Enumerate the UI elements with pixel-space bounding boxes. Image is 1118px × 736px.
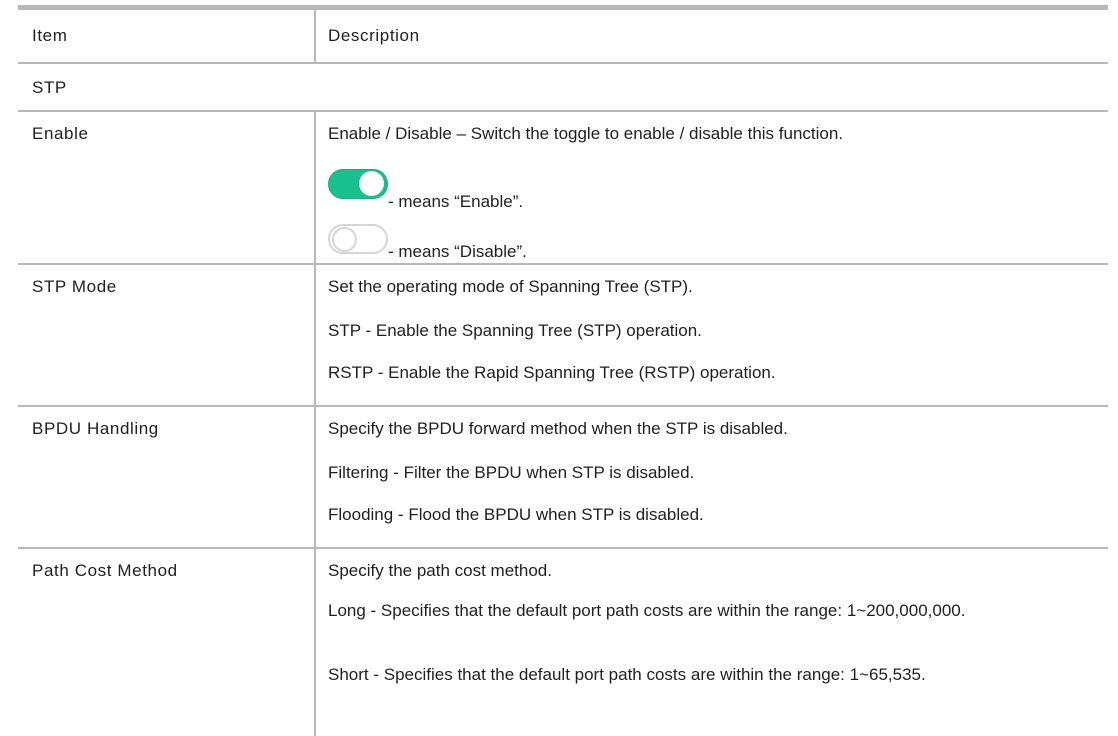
description-line: STP - Enable the Spanning Tree (STP) ope…	[328, 321, 702, 340]
item-enable: Enable	[32, 124, 89, 143]
item-path-cost-method: Path Cost Method	[32, 561, 178, 580]
header-description: Description	[328, 26, 420, 45]
description-line: Specify the BPDU forward method when the…	[328, 419, 788, 438]
toggle-knob	[332, 227, 357, 252]
description-line: - means “Disable”.	[388, 242, 527, 261]
item-bpdu-handling: BPDU Handling	[32, 419, 159, 438]
toggle-knob	[359, 171, 384, 196]
description-line: - means “Enable”.	[388, 192, 524, 211]
header-item: Item	[32, 26, 68, 45]
section-title: STP	[32, 78, 67, 97]
item-stp-mode: STP Mode	[32, 277, 117, 296]
description-line: Specify the path cost method.	[328, 561, 552, 580]
description-line: Flooding - Flood the BPDU when STP is di…	[328, 505, 704, 524]
table-row-stp-mode: STP Mode Set the operating mode of Spann…	[18, 265, 1108, 407]
table-row-enable: Enable Enable / Disable – Switch the tog…	[18, 112, 1108, 265]
description-line: Short - Specifies that the default port …	[328, 665, 926, 684]
section-row-stp: STP	[18, 64, 1108, 112]
table-header-row: Item Description	[18, 10, 1108, 64]
table-row-bpdu-handling: BPDU Handling Specify the BPDU forward m…	[18, 407, 1108, 549]
header-column-divider	[314, 10, 316, 64]
description-line: RSTP - Enable the Rapid Spanning Tree (R…	[328, 363, 776, 382]
stp-description-table: Item Description STP Enable Enable / Dis…	[18, 5, 1108, 736]
toggle-on-example	[328, 169, 388, 199]
table-row-path-cost-method: Path Cost Method Specify the path cost m…	[18, 549, 1108, 736]
description-line: Set the operating mode of Spanning Tree …	[328, 277, 693, 296]
column-divider	[314, 112, 316, 736]
description-line: Enable / Disable – Switch the toggle to …	[328, 124, 844, 143]
description-line: Filtering - Filter the BPDU when STP is …	[328, 463, 695, 482]
toggle-off-example	[328, 224, 388, 254]
description-line: Long - Specifies that the default port p…	[328, 601, 966, 620]
